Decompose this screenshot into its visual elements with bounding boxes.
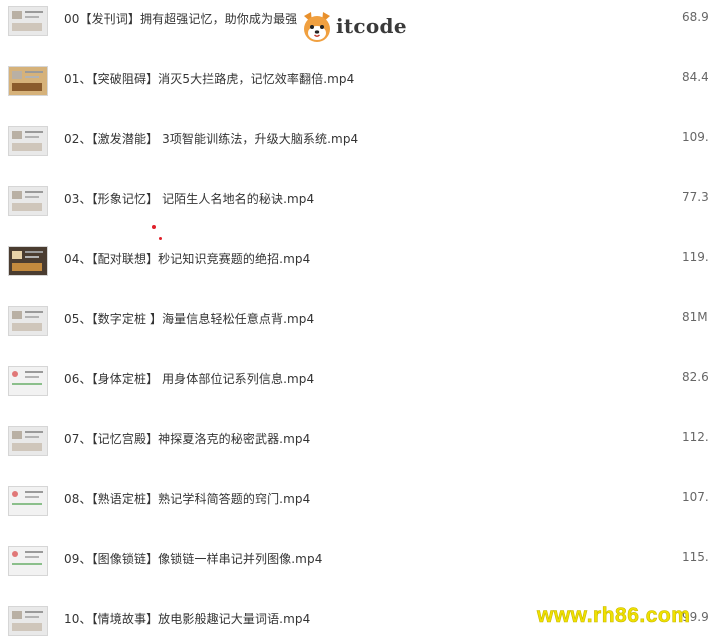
- file-size: 109.4: [682, 130, 708, 144]
- file-size: 112.5: [682, 430, 708, 444]
- video-thumbnail: [8, 366, 48, 396]
- file-name: 00【发刊词】拥有超强记忆，助你成为最强: [64, 12, 298, 26]
- file-size: 81M: [682, 310, 708, 324]
- file-name: 01、【突破阻碍】消灭5大拦路虎，记忆效率翻倍.mp4: [64, 72, 355, 86]
- file-row-03[interactable]: 03、【形象记忆】 记陌生人名地名的秘诀.mp4 77.3K: [0, 180, 708, 240]
- itcode-watermark-logo: itcode: [300, 10, 410, 44]
- file-name: 08、【熟语定桩】熟记学科简答题的窍门.mp4: [64, 492, 311, 506]
- video-thumbnail: [8, 186, 48, 216]
- file-size: 82.6K: [682, 370, 708, 384]
- video-thumbnail: [8, 486, 48, 516]
- file-name: 04、【配对联想】秒记知识竞赛题的绝招.mp4: [64, 252, 311, 266]
- file-name: 09、【图像锁链】像锁链一样串记并列图像.mp4: [64, 552, 323, 566]
- file-name: 05、【数字定桩 】海量信息轻松任意点背.mp4: [64, 312, 315, 326]
- video-thumbnail: [8, 6, 48, 36]
- logo-text: itcode: [336, 14, 407, 38]
- file-row-04[interactable]: 04、【配对联想】秒记知识竞赛题的绝招.mp4 119.7: [0, 240, 708, 300]
- file-name: 06、【身体定桩】 用身体部位记系列信息.mp4: [64, 372, 315, 386]
- file-browser-page: 00【发刊词】拥有超强记忆，助你成为最强 68.9K 01、【突破阻碍】消灭5大…: [0, 0, 708, 637]
- shiba-dog-icon: [304, 12, 330, 42]
- file-row-05[interactable]: 05、【数字定桩 】海量信息轻松任意点背.mp4 81M: [0, 300, 708, 360]
- file-row-09[interactable]: 09、【图像锁链】像锁链一样串记并列图像.mp4 115.2: [0, 540, 708, 600]
- file-row-01[interactable]: 01、【突破阻碍】消灭5大拦路虎，记忆效率翻倍.mp4 84.4K: [0, 60, 708, 120]
- video-thumbnail: [8, 126, 48, 156]
- file-size: 119.7: [682, 250, 708, 264]
- file-size: 84.4K: [682, 70, 708, 84]
- video-thumbnail: [8, 66, 48, 96]
- file-row-02[interactable]: 02、【激发潜能】 3项智能训练法，升级大脑系统.mp4 109.4: [0, 120, 708, 180]
- file-size: 107.6: [682, 490, 708, 504]
- site-url-watermark: www.rh86.com: [537, 604, 691, 628]
- file-row-08[interactable]: 08、【熟语定桩】熟记学科简答题的窍门.mp4 107.6: [0, 480, 708, 540]
- video-thumbnail: [8, 546, 48, 576]
- video-thumbnail: [8, 426, 48, 456]
- video-thumbnail: [8, 246, 48, 276]
- video-thumbnail: [8, 606, 48, 636]
- video-thumbnail: [8, 306, 48, 336]
- file-name: 07、【记忆宫殿】神探夏洛克的秘密武器.mp4: [64, 432, 311, 446]
- red-marker-dot: [152, 225, 156, 229]
- file-name: 03、【形象记忆】 记陌生人名地名的秘诀.mp4: [64, 192, 315, 206]
- file-list: 00【发刊词】拥有超强记忆，助你成为最强 68.9K 01、【突破阻碍】消灭5大…: [0, 0, 708, 637]
- file-row-07[interactable]: 07、【记忆宫殿】神探夏洛克的秘密武器.mp4 112.5: [0, 420, 708, 480]
- file-row-06[interactable]: 06、【身体定桩】 用身体部位记系列信息.mp4 82.6K: [0, 360, 708, 420]
- file-size: 77.3K: [682, 190, 708, 204]
- red-marker-dot: [159, 237, 162, 240]
- file-name: 02、【激发潜能】 3项智能训练法，升级大脑系统.mp4: [64, 132, 359, 146]
- file-name: 10、【情境故事】放电影般趣记大量词语.mp4: [64, 612, 311, 626]
- file-size: 68.9K: [682, 10, 708, 24]
- file-size: 115.2: [682, 550, 708, 564]
